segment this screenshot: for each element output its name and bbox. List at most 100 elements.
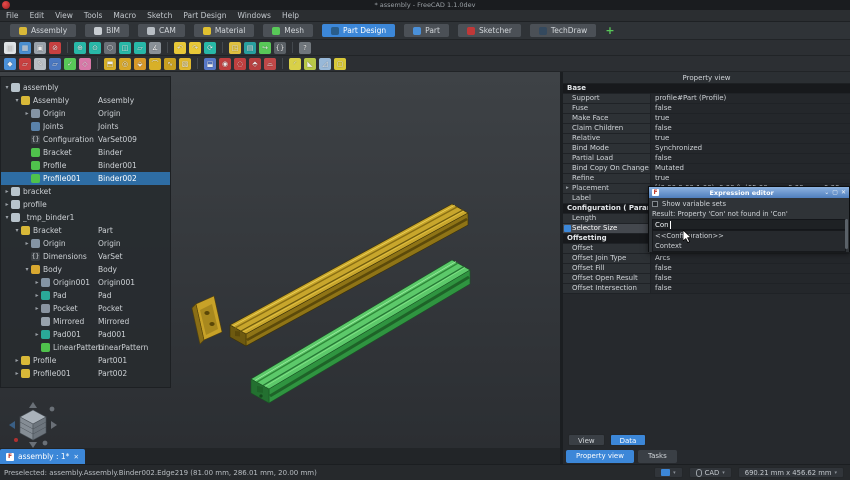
dialog-minimize-icon[interactable]: ⌄	[824, 189, 829, 196]
workbench-tab[interactable]: Sketcher	[457, 24, 521, 37]
tree-row[interactable]: ▸ Pad001 Pad001	[1, 328, 170, 341]
workbench-tab[interactable]: Part	[404, 24, 449, 37]
refresh-icon[interactable]: ⟳	[204, 41, 216, 54]
menu-item[interactable]: Part Design	[183, 11, 226, 20]
property-value[interactable]: false	[651, 124, 850, 133]
property-row[interactable]: Offset Join Type Arcs	[563, 254, 850, 264]
tab-property-view[interactable]: Property view	[566, 450, 634, 463]
measure-icon[interactable]: ∡	[149, 41, 161, 54]
tree-row[interactable]: {} Configuration VarSet009	[1, 133, 170, 146]
additive-box-icon[interactable]: ▧	[179, 57, 191, 70]
fit-selection-icon[interactable]: ⊙	[89, 41, 101, 54]
subtractive-loft-icon[interactable]: ⬘	[249, 57, 261, 70]
tree-row[interactable]: ▾ assembly	[1, 81, 170, 94]
workbench-tab[interactable]: CAM	[137, 24, 185, 37]
hole-icon[interactable]: ◉	[219, 57, 231, 70]
property-value[interactable]: Arcs	[651, 254, 850, 263]
subtractive-pipe-icon[interactable]: ⌓	[264, 57, 276, 70]
pocket-icon[interactable]: ⬓	[204, 57, 216, 70]
property-row[interactable]: Refine true	[563, 174, 850, 184]
isometric-view-icon[interactable]: ⬡	[104, 41, 116, 54]
property-row[interactable]: Base	[563, 84, 850, 94]
property-value[interactable]: profile#Part (Profile)	[651, 94, 850, 103]
property-value[interactable]: false	[651, 264, 850, 273]
workbench-tab[interactable]: BIM	[85, 24, 129, 37]
expression-input[interactable]: Con	[652, 219, 846, 230]
tree-row[interactable]: ▸ Origin Origin	[1, 237, 170, 250]
create-sketch-icon[interactable]: ▱	[19, 57, 31, 70]
tree-row[interactable]: ▸ bracket	[1, 185, 170, 198]
property-row[interactable]: Support profile#Part (Profile)	[563, 94, 850, 104]
property-row[interactable]: Partial Load false	[563, 154, 850, 164]
view-mode-button[interactable]: View	[568, 434, 605, 446]
tree-row[interactable]: ▾ Bracket Part	[1, 224, 170, 237]
tree-row[interactable]: LinearPattern LinearPattern	[1, 341, 170, 354]
expander-icon[interactable]: ▸	[33, 279, 41, 286]
property-value[interactable]: Synchronized	[651, 144, 850, 153]
property-row[interactable]: Offset Fill false	[563, 264, 850, 274]
chamfer-icon[interactable]: ◣	[304, 57, 316, 70]
separator[interactable]	[292, 42, 293, 53]
tree-row[interactable]: ▾ Body Body	[1, 263, 170, 276]
tree-row[interactable]: Profile001 Binder002	[1, 172, 170, 185]
expander-icon[interactable]: ▾	[13, 97, 21, 104]
menu-item[interactable]: Windows	[237, 11, 270, 20]
tree-row[interactable]: ▸ Pad Pad	[1, 289, 170, 302]
new-document-icon[interactable]: ▤	[4, 41, 16, 54]
open-document-icon[interactable]: ▦	[19, 41, 31, 54]
document-tab-close-icon[interactable]: ✕	[73, 453, 78, 461]
tree-row[interactable]: ▸ Pocket Pocket	[1, 302, 170, 315]
separator[interactable]	[282, 58, 283, 69]
separator[interactable]	[67, 42, 68, 53]
expander-icon[interactable]: ▾	[3, 84, 11, 91]
edit-sketch-icon[interactable]: ✎	[34, 57, 46, 70]
property-row[interactable]: Offset Intersection false	[563, 284, 850, 294]
nav-menu-icon[interactable]	[42, 440, 48, 446]
fillet-icon[interactable]: ◜	[289, 57, 301, 70]
create-datum-icon[interactable]: ◇	[79, 57, 91, 70]
draw-style-icon[interactable]: ◫	[119, 41, 131, 54]
separator[interactable]	[97, 58, 98, 69]
tab-tasks[interactable]: Tasks	[637, 450, 677, 463]
additive-pipe-icon[interactable]: ⌒	[149, 57, 161, 70]
tree-row[interactable]: Mirrored Mirrored	[1, 315, 170, 328]
dialog-scrollbar[interactable]	[845, 219, 848, 249]
menu-item[interactable]: Macro	[113, 11, 136, 20]
property-value[interactable]: false	[651, 284, 850, 293]
expander-icon[interactable]: ▸	[3, 201, 11, 208]
dialog-title-bar[interactable]: F Expression editor ⌄ ▢ ✕	[649, 187, 849, 198]
tree-row[interactable]: Bracket Binder	[1, 146, 170, 159]
separator[interactable]	[222, 42, 223, 53]
expander-icon[interactable]: ▾	[13, 227, 21, 234]
navigation-style-selector[interactable]: CAD ▾	[688, 467, 732, 478]
autocomplete-item[interactable]: Context	[653, 241, 845, 251]
property-value[interactable]: true	[651, 134, 850, 143]
property-row[interactable]: Make Face true	[563, 114, 850, 124]
whats-this-icon[interactable]: ?	[299, 41, 311, 54]
show-variable-sets-checkbox[interactable]	[652, 201, 658, 207]
tree-row[interactable]: ▸ Origin Origin	[1, 107, 170, 120]
workbench-tab[interactable]: Part Design	[322, 24, 396, 37]
property-row[interactable]: Bind Mode Synchronized	[563, 144, 850, 154]
dialog-close-icon[interactable]: ✕	[841, 189, 846, 196]
menu-item[interactable]: Tools	[84, 11, 102, 20]
create-body-icon[interactable]: ◆	[4, 57, 16, 70]
thickness-icon[interactable]: ▢	[334, 57, 346, 70]
expander-icon[interactable]: ▸	[33, 305, 41, 312]
property-row[interactable]: Bind Copy On Change Mutated	[563, 164, 850, 174]
pad-icon[interactable]: ⬒	[104, 57, 116, 70]
fit-all-icon[interactable]: ⊕	[74, 41, 86, 54]
tree-row[interactable]: ▸ Profile Part001	[1, 354, 170, 367]
property-value[interactable]: false	[651, 154, 850, 163]
expander-icon[interactable]: ▸	[33, 292, 41, 299]
property-value[interactable]: false	[651, 274, 850, 283]
std-part-icon[interactable]: ◳	[229, 41, 241, 54]
add-workbench-button[interactable]: +	[605, 25, 617, 37]
redo-icon[interactable]: ↷	[189, 41, 201, 54]
expander-icon[interactable]: ▸	[23, 240, 31, 247]
property-row[interactable]: Claim Children false	[563, 124, 850, 134]
menu-item[interactable]: File	[6, 11, 19, 20]
undo-icon[interactable]: ↶	[174, 41, 186, 54]
separator[interactable]	[197, 58, 198, 69]
expander-icon[interactable]: ▸	[13, 357, 21, 364]
